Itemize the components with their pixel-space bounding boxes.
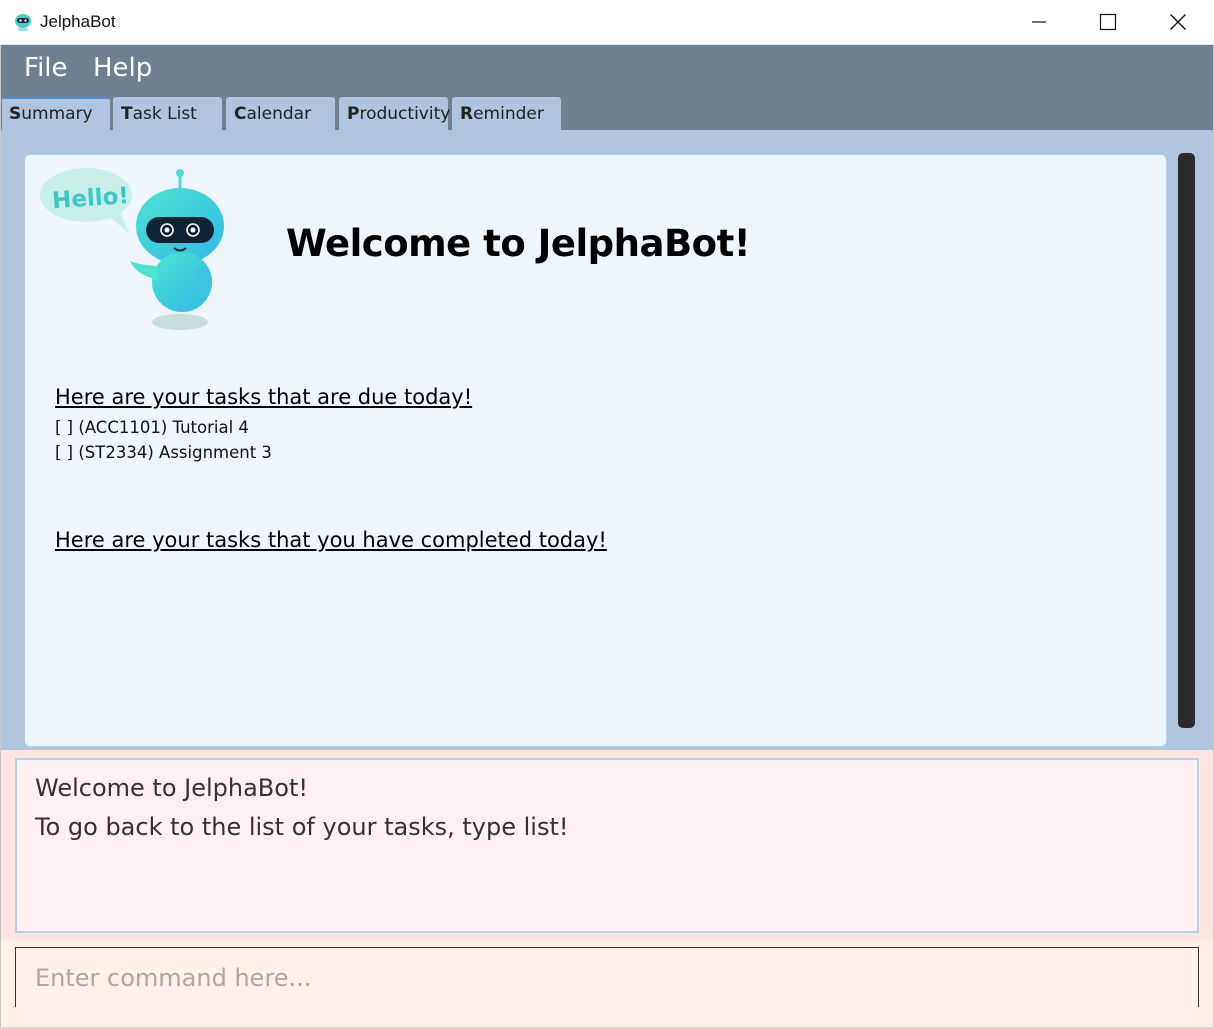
window-border-left xyxy=(0,45,1,1029)
tab-label: ask List xyxy=(132,104,197,124)
menu-help[interactable]: Help xyxy=(93,53,152,83)
completed-today-heading: Here are your tasks that you have comple… xyxy=(55,528,607,552)
result-line: Welcome to JelphaBot! xyxy=(35,774,308,802)
tab-mnemonic: S xyxy=(9,104,22,124)
tab-label: alendar xyxy=(246,104,312,124)
window-title: JelphaBot xyxy=(40,12,116,31)
app-robot-icon xyxy=(15,14,31,31)
list-item[interactable]: [ ] (ST2334) Assignment 3 xyxy=(55,443,272,462)
maximize-icon xyxy=(1099,13,1117,31)
tab-mnemonic: C xyxy=(234,104,247,124)
hello-bubble-text: Hello! xyxy=(51,183,130,214)
robot-mascot-icon: Hello! xyxy=(40,168,224,330)
tab-reminder[interactable]: Reminder xyxy=(452,97,561,130)
tab-label: eminder xyxy=(473,104,544,124)
tab-summary[interactable]: Summary xyxy=(0,97,110,130)
list-item[interactable]: [ ] (ACC1101) Tutorial 4 xyxy=(55,418,249,437)
menu-file[interactable]: File xyxy=(24,53,68,83)
tab-mnemonic: T xyxy=(121,104,133,124)
command-input[interactable] xyxy=(15,947,1199,1007)
tab-task-list[interactable]: Task List xyxy=(113,97,222,130)
due-today-heading: Here are your tasks that are due today! xyxy=(55,385,473,409)
tab-mnemonic: P xyxy=(347,104,360,124)
minimize-icon xyxy=(1032,21,1046,23)
tab-strip: Summary Task List Calendar Productivity … xyxy=(0,97,1214,130)
tab-calendar[interactable]: Calendar xyxy=(226,97,335,130)
close-button[interactable] xyxy=(1143,0,1213,44)
tab-productivity[interactable]: Productivity xyxy=(339,97,451,130)
tab-mnemonic: R xyxy=(460,104,474,124)
tab-label: roductivity xyxy=(359,104,451,124)
minimize-button[interactable] xyxy=(1004,0,1074,44)
result-line: To go back to the list of your tasks, ty… xyxy=(35,813,569,841)
menu-bar: File Help xyxy=(0,45,1214,97)
tab-label: ummary xyxy=(21,104,93,124)
maximize-button[interactable] xyxy=(1073,0,1143,44)
welcome-title: Welcome to JelphaBot! xyxy=(286,222,751,265)
close-icon xyxy=(1170,14,1186,30)
vertical-scrollbar[interactable] xyxy=(1178,153,1195,728)
title-bar: JelphaBot xyxy=(0,0,1214,45)
